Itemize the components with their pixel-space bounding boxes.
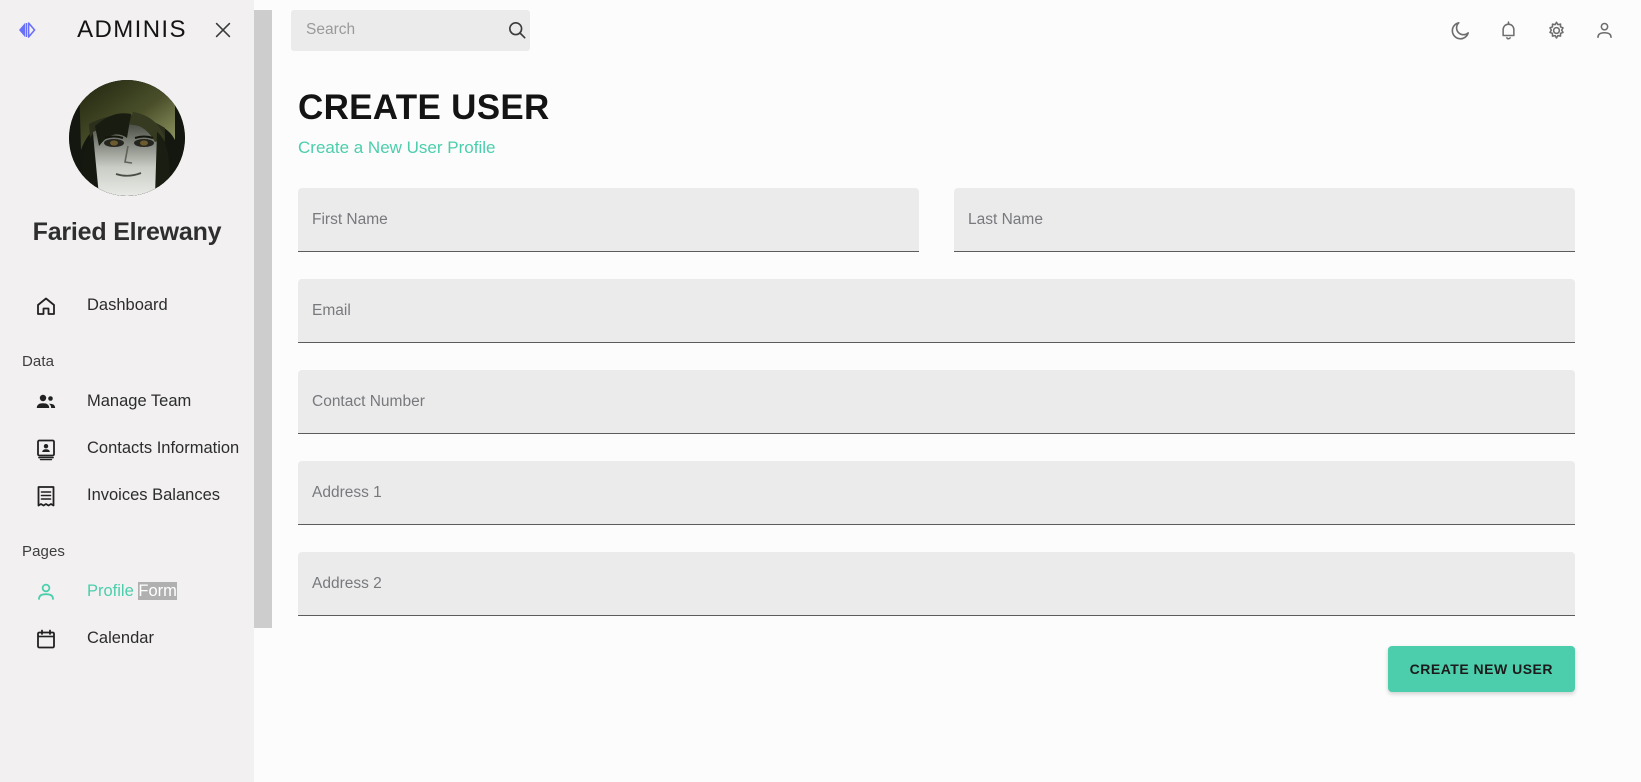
sidebar-item-dashboard[interactable]: Dashboard xyxy=(0,282,254,329)
profile-name: Faried Elrewany xyxy=(32,218,222,246)
form-row-contact: Contact Number xyxy=(298,370,1575,435)
topbar-actions xyxy=(1445,15,1621,45)
contacts-icon xyxy=(34,437,60,461)
sidebar-inner: ADMINIS Faried Elrewany Dashboard Data M… xyxy=(0,0,254,782)
notifications-bell-icon[interactable] xyxy=(1493,15,1523,45)
settings-gear-icon[interactable] xyxy=(1541,15,1571,45)
email-label: Email xyxy=(312,301,351,319)
search-icon[interactable] xyxy=(506,17,528,43)
form-row-names: First Name Last Name xyxy=(298,188,1575,253)
sidebar-item-invoices-balances[interactable]: Invoices Balances xyxy=(0,472,254,519)
address2-field[interactable]: Address 2 xyxy=(298,552,1575,617)
sidebar-item-label: Calendar xyxy=(87,629,154,647)
search-input[interactable] xyxy=(306,21,506,39)
form-row-email: Email xyxy=(298,279,1575,344)
form-actions: CREATE NEW USER xyxy=(298,646,1575,693)
sidebar-item-label: Contacts Information xyxy=(87,439,240,457)
page-title: CREATE USER xyxy=(298,88,550,127)
admin-dashboard-app: ADMINIS Faried Elrewany Dashboard Data M… xyxy=(0,0,1641,782)
sidebar-item-label: Manage Team xyxy=(87,392,192,410)
page-subtitle: Create a New User Profile xyxy=(298,138,496,158)
sidebar-item-label-text: Profile xyxy=(87,582,139,600)
contact-number-label: Contact Number xyxy=(312,392,425,410)
sidebar-menu: Dashboard Data Manage Team Contacts Info… xyxy=(0,282,254,682)
sidebar-item-label: Profile Form xyxy=(87,582,177,601)
form-row-address2: Address 2 xyxy=(298,552,1575,617)
person-outline-icon xyxy=(34,580,60,604)
sidebar-item-label: Dashboard xyxy=(87,296,168,314)
sidebar-section-data: Data xyxy=(22,353,55,370)
topbar xyxy=(272,0,1641,60)
dark-mode-moon-icon[interactable] xyxy=(1445,15,1475,45)
sidebar-scrollbar-thumb[interactable] xyxy=(254,10,272,628)
address1-label: Address 1 xyxy=(312,483,382,501)
sidebar-item-manage-team[interactable]: Manage Team xyxy=(0,378,254,425)
address2-label: Address 2 xyxy=(312,574,382,592)
last-name-label: Last Name xyxy=(968,210,1043,228)
address1-field[interactable]: Address 1 xyxy=(298,461,1575,526)
contact-number-field[interactable]: Contact Number xyxy=(298,370,1575,435)
collapse-arrows-icon[interactable] xyxy=(8,12,44,48)
person-icon[interactable] xyxy=(1589,15,1619,45)
first-name-field[interactable]: First Name xyxy=(298,188,919,253)
last-name-field[interactable]: Last Name xyxy=(954,188,1575,253)
sidebar-scrollbar-corner xyxy=(254,0,272,9)
create-user-form: First Name Last Name Email Contact Numbe… xyxy=(298,188,1575,693)
sidebar-item-label-selected: Form xyxy=(138,582,177,600)
create-new-user-button[interactable]: CREATE NEW USER xyxy=(1387,646,1575,693)
sidebar-item-profile-form[interactable]: Profile Form xyxy=(0,568,254,615)
calendar-icon xyxy=(34,627,60,651)
sidebar-scrollbar-track[interactable] xyxy=(254,0,272,782)
sidebar-header: ADMINIS xyxy=(0,0,254,60)
sidebar-item-calendar[interactable]: Calendar xyxy=(0,615,254,662)
brand-title: ADMINIS xyxy=(77,16,187,43)
email-field[interactable]: Email xyxy=(298,279,1575,344)
receipt-icon xyxy=(34,484,60,508)
sidebar-section-pages: Pages xyxy=(22,543,66,560)
search-box[interactable] xyxy=(291,9,530,51)
sidebar: ADMINIS Faried Elrewany Dashboard Data M… xyxy=(0,0,272,782)
form-row-address1: Address 1 xyxy=(298,461,1575,526)
avatar[interactable] xyxy=(69,80,185,196)
first-name-label: First Name xyxy=(312,210,388,228)
page-content: CREATE USER Create a New User Profile Fi… xyxy=(272,60,1641,693)
sidebar-item-contacts-information[interactable]: Contacts Information xyxy=(0,425,254,472)
people-icon xyxy=(34,390,60,414)
sidebar-item-label: Invoices Balances xyxy=(87,486,220,504)
close-icon[interactable] xyxy=(206,13,240,47)
home-icon xyxy=(34,294,60,318)
main-content: CREATE USER Create a New User Profile Fi… xyxy=(272,0,1641,782)
sidebar-profile: Faried Elrewany xyxy=(0,80,254,247)
